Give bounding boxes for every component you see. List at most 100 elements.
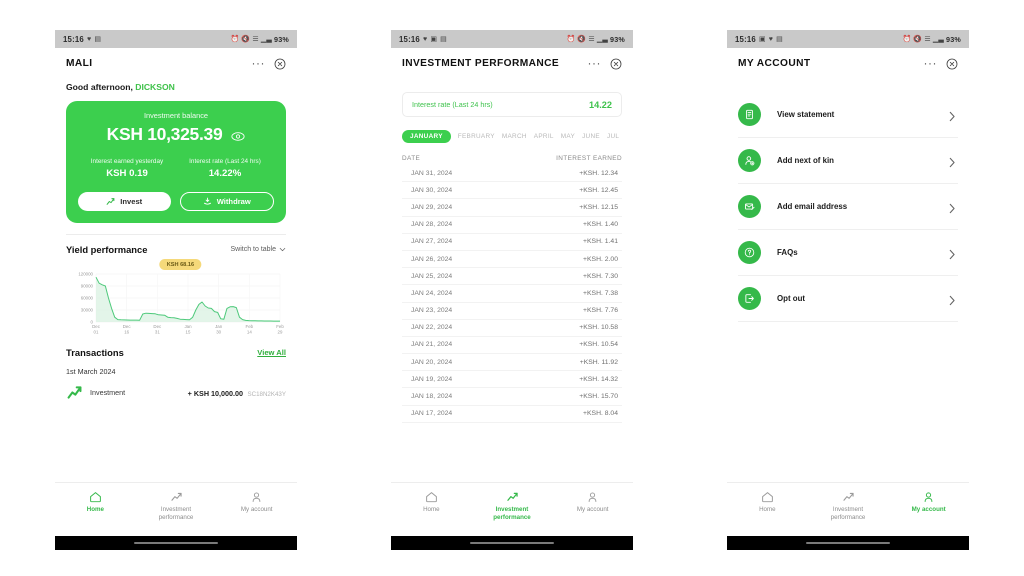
- table-row: JAN 31, 2024 +KSH. 12.34: [402, 165, 622, 183]
- nav-item-investment-performance[interactable]: Investment performance: [472, 490, 553, 523]
- status-time: 15:16: [63, 34, 84, 44]
- wifi-icon: ☰: [924, 35, 931, 43]
- title-bar-investment: INVESTMENT PERFORMANCE ···: [391, 48, 633, 78]
- more-options-icon[interactable]: ···: [588, 57, 602, 69]
- list-item-add-email-address[interactable]: Add email address: [738, 184, 958, 230]
- nav-item-my-account[interactable]: My account: [888, 490, 969, 514]
- withdraw-button-label: Withdraw: [216, 197, 251, 206]
- chart-annotation-tooltip: KSH 68.16: [159, 259, 202, 270]
- stat-interest-rate-value: 14.22%: [208, 168, 242, 179]
- cell-interest-earned: +KSH. 15.70: [579, 393, 618, 401]
- page-title: MY ACCOUNT: [738, 57, 811, 69]
- status-bar: 15:16 ♥ ▣ ▤ ⏰ 🔇 ☰ ▁▃ 93%: [391, 30, 633, 48]
- bottom-nav-home: Home Investment performance My account: [55, 482, 297, 536]
- column-header-date: DATE: [402, 155, 421, 162]
- month-tab-may[interactable]: MAY: [561, 133, 575, 140]
- page-title: MALI: [66, 57, 93, 69]
- gesture-pill[interactable]: [470, 541, 554, 545]
- cell-interest-earned: +KSH. 14.32: [579, 375, 618, 383]
- list-item-label: Add next of kin: [777, 156, 834, 165]
- performance-table-header: DATE INTEREST EARNED: [402, 155, 622, 165]
- close-icon[interactable]: [946, 57, 958, 70]
- growth-icon: [106, 198, 115, 205]
- cell-date: JAN 31, 2024: [411, 169, 453, 177]
- month-tab-april[interactable]: APRIL: [534, 133, 554, 140]
- month-tab-jul[interactable]: JUL: [607, 133, 619, 140]
- cell-interest-earned: +KSH. 7.76: [583, 307, 618, 315]
- view-all-link[interactable]: View All: [257, 348, 286, 357]
- close-icon[interactable]: [274, 57, 286, 70]
- x-axis-tick-label: Dec: [92, 324, 101, 329]
- list-item-label: FAQs: [777, 248, 798, 257]
- nav-item-investment-performance[interactable]: Investment performance: [136, 490, 217, 523]
- bottom-nav-account: Home Investment performance My account: [727, 482, 969, 536]
- status-bar-right: ⏰ 🔇 ☰ ▁▃ 93%: [903, 35, 962, 44]
- x-axis-tick-label: Jan: [184, 324, 192, 329]
- nav-item-home[interactable]: Home: [55, 490, 136, 514]
- battery-label: 93%: [946, 34, 961, 44]
- yield-performance-title: Yield performance: [66, 244, 148, 255]
- switch-to-table-button[interactable]: Switch to table: [230, 246, 286, 253]
- month-tab-february[interactable]: FEBRUARY: [458, 133, 495, 140]
- mute-icon: 🔇: [577, 35, 587, 43]
- month-tab-june[interactable]: JUNE: [582, 133, 600, 140]
- nav-item-my-account[interactable]: My account: [552, 490, 633, 514]
- list-item-add-next-of-kin[interactable]: Add next of kin: [738, 138, 958, 184]
- title-actions: ···: [252, 57, 287, 70]
- transaction-values: + KSH 10,000.00 SC18N2K43Y: [188, 383, 286, 401]
- mute-icon: 🔇: [241, 35, 251, 43]
- wifi-icon: ☰: [252, 35, 259, 43]
- status-bar-left: 15:16 ▣ ♥ ▤: [735, 35, 783, 44]
- y-axis-tick-label: 30000: [81, 308, 94, 313]
- balance-amount: KSH 10,325.39: [106, 124, 223, 144]
- cell-interest-earned: +KSH. 10.58: [579, 324, 618, 332]
- nav-item-my-account-label: My account: [576, 506, 609, 513]
- table-row: JAN 22, 2024 +KSH. 10.58: [402, 320, 622, 337]
- more-options-icon[interactable]: ···: [924, 57, 938, 69]
- month-tab-bar: JANUARY FEBRUARY MARCH APRIL MAY JUNE JUL: [402, 130, 622, 143]
- nav-item-my-account[interactable]: My account: [216, 490, 297, 514]
- nav-item-home[interactable]: Home: [727, 490, 808, 514]
- message-icon: ▤: [440, 35, 447, 43]
- list-item-view-statement[interactable]: View statement: [738, 92, 958, 138]
- interest-rate-value: 14.22: [589, 99, 612, 110]
- x-axis-tick-label: 01: [94, 330, 99, 335]
- greeting-username: DICKSON: [135, 82, 175, 92]
- document-icon: [738, 103, 761, 126]
- gesture-pill[interactable]: [134, 541, 218, 545]
- heart-icon: ♥: [422, 35, 428, 43]
- gesture-pill[interactable]: [806, 541, 890, 545]
- more-options-icon[interactable]: ···: [252, 57, 266, 69]
- cell-interest-earned: +KSH. 7.38: [583, 289, 618, 297]
- nav-item-home[interactable]: Home: [391, 490, 472, 514]
- eye-icon[interactable]: [231, 129, 245, 141]
- nav-item-my-account-label: My account: [240, 506, 273, 513]
- month-tab-january[interactable]: JANUARY: [402, 130, 451, 143]
- message-icon: ▤: [776, 35, 783, 43]
- list-item-opt-out[interactable]: Opt out: [738, 276, 958, 322]
- list-item-faqs[interactable]: FAQs: [738, 230, 958, 276]
- transactions-header: Transactions View All: [66, 347, 286, 358]
- nav-item-my-account-label: My account: [911, 506, 946, 513]
- month-tab-march[interactable]: MARCH: [502, 133, 527, 140]
- cell-date: JAN 19, 2024: [411, 375, 453, 383]
- close-icon[interactable]: [610, 57, 622, 70]
- cell-date: JAN 28, 2024: [411, 221, 453, 229]
- alarm-icon: ⏰: [902, 35, 912, 43]
- signal-icon: ▁▃: [596, 35, 608, 43]
- table-row: JAN 25, 2024 +KSH. 7.30: [402, 268, 622, 286]
- nav-item-home-label: Home: [423, 506, 440, 513]
- message-icon: ▤: [94, 35, 102, 43]
- growth-icon: [170, 490, 183, 503]
- table-row[interactable]: Investment + KSH 10,000.00 SC18N2K43Y: [66, 383, 286, 401]
- withdraw-button[interactable]: Withdraw: [179, 192, 274, 211]
- cell-interest-earned: +KSH. 1.40: [583, 221, 618, 229]
- nav-item-investment-performance[interactable]: Investment performance: [808, 490, 889, 523]
- wifi-icon: ☰: [588, 35, 595, 43]
- cell-interest-earned: +KSH. 12.15: [579, 203, 618, 211]
- cell-date: JAN 25, 2024: [411, 272, 453, 280]
- cell-date: JAN 26, 2024: [411, 255, 453, 263]
- table-row: JAN 28, 2024 +KSH. 1.40: [402, 217, 622, 234]
- invest-button[interactable]: Invest: [78, 192, 171, 211]
- transaction-date-group: 1st March 2024: [66, 367, 116, 376]
